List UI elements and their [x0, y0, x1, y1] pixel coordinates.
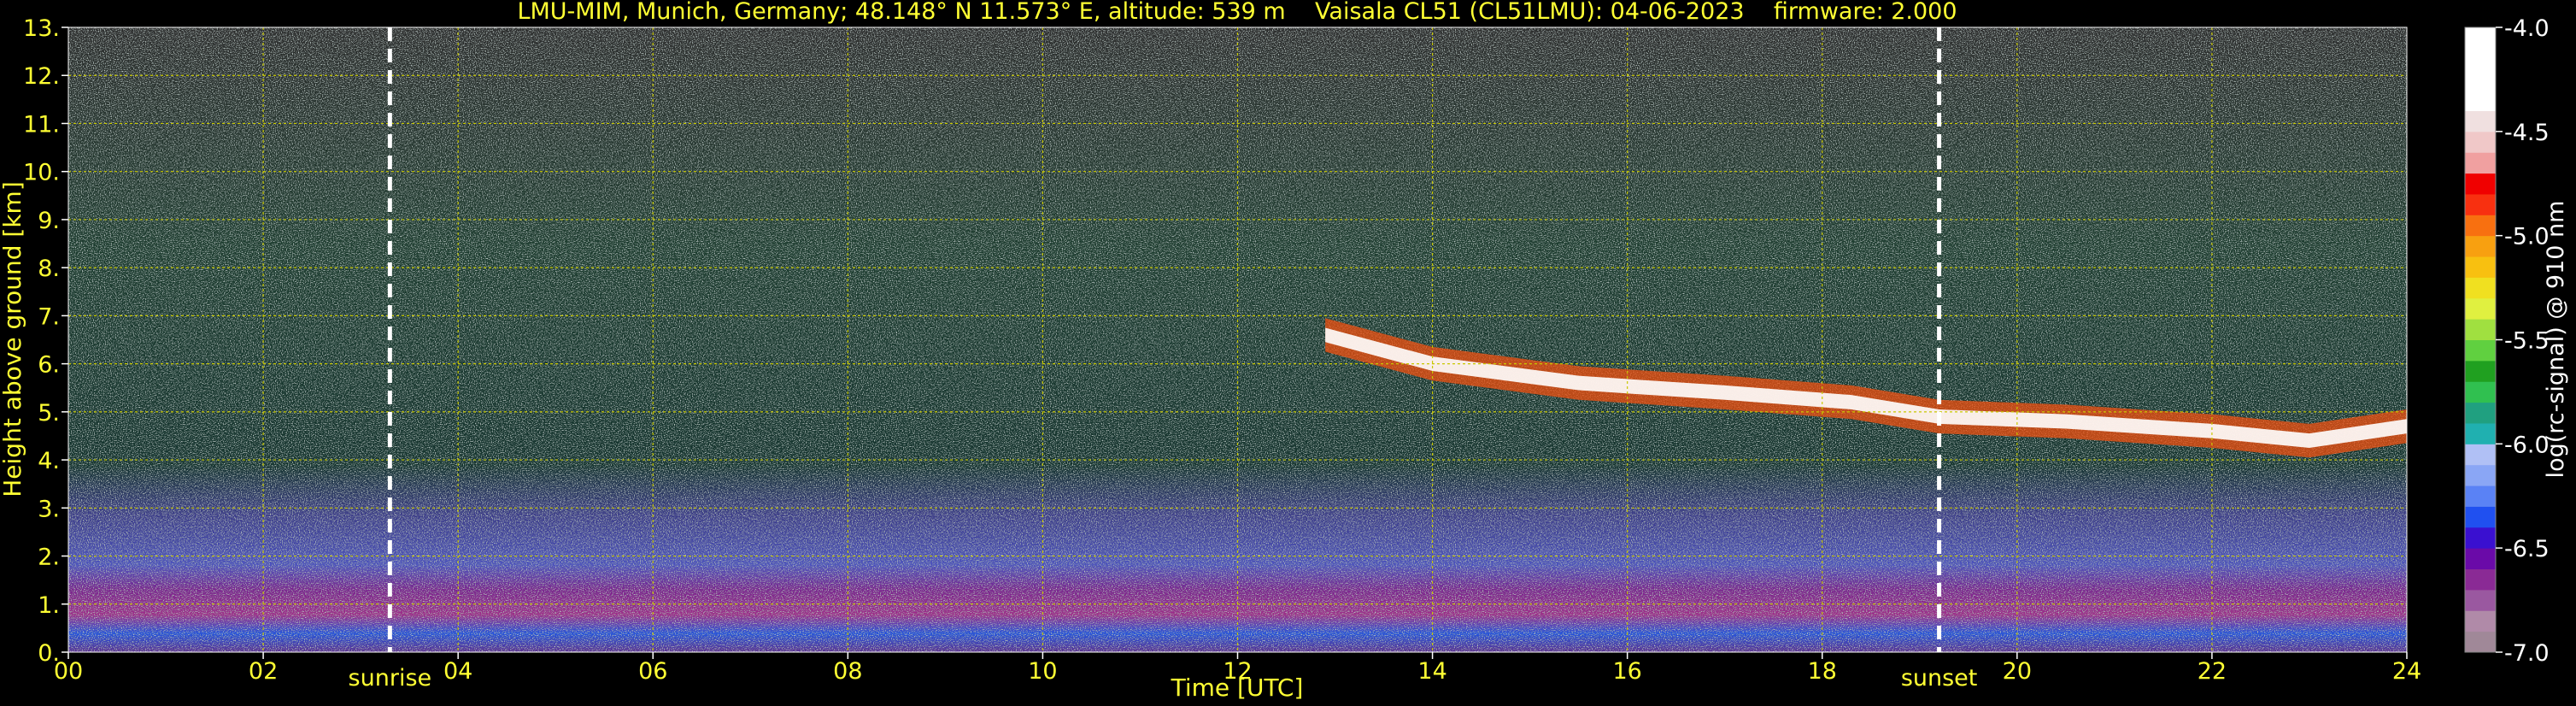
colorbar-band	[2465, 193, 2496, 215]
colorbar-tick-label: -7.0	[2504, 640, 2550, 667]
chart-title: LMU-MIM, Munich, Germany; 48.148° N 11.5…	[517, 0, 1957, 25]
x-tick-label: 00	[54, 658, 83, 685]
y-tick-label: 4.	[38, 448, 60, 474]
y-tick-label: 12.	[23, 63, 60, 90]
colorbar-band	[2465, 422, 2496, 444]
colorbar-band	[2465, 485, 2496, 507]
colorbar-band	[2465, 277, 2496, 299]
colorbar-band	[2465, 568, 2496, 591]
colorbar-band	[2465, 235, 2496, 257]
colorbar-band	[2465, 297, 2496, 320]
colorbar-band	[2465, 360, 2496, 382]
colorbar-band	[2465, 444, 2496, 466]
colorbar-band	[2465, 68, 2496, 91]
colorbar-band	[2465, 589, 2496, 611]
colorbar-band	[2465, 131, 2496, 153]
colorbar-band	[2465, 631, 2496, 653]
colorbar-band	[2465, 27, 2496, 49]
x-tick-label: 04	[443, 658, 472, 685]
colorbar-band	[2465, 402, 2496, 424]
x-tick-label: 24	[2392, 658, 2421, 685]
colorbar-band	[2465, 48, 2496, 70]
colorbar-bands	[2465, 27, 2496, 653]
colorbar-band	[2465, 381, 2496, 403]
x-tick-label: 18	[1808, 658, 1837, 685]
x-tick-label: 06	[638, 658, 667, 685]
colorbar-tick-label: -4.0	[2504, 15, 2550, 42]
colorbar-tick-label: -4.5	[2504, 120, 2550, 146]
y-tick-label: 9.	[38, 208, 60, 234]
colorbar-band	[2465, 548, 2496, 570]
colorbar-band	[2465, 527, 2496, 549]
y-tick-label: 13.	[23, 15, 60, 42]
y-tick-label: 11.	[23, 111, 60, 138]
ceilometer-chart: LMU-MIM, Munich, Germany; 48.148° N 11.5…	[0, 0, 2569, 702]
colorbar-band	[2465, 152, 2496, 174]
plot-area	[68, 27, 2407, 652]
colorbar-band	[2465, 110, 2496, 132]
x-tick-label: 10	[1028, 658, 1057, 685]
x-tick-label: 02	[249, 658, 278, 685]
y-tick-label: 6.	[38, 352, 60, 379]
x-tick-label: 14	[1417, 658, 1446, 685]
colorbar-band	[2465, 610, 2496, 632]
x-axis-label: Time [UTC]	[1171, 674, 1304, 702]
colorbar-band	[2465, 215, 2496, 237]
colorbar-band	[2465, 506, 2496, 528]
colorbar-band	[2465, 256, 2496, 278]
y-tick-label: 3.	[38, 496, 60, 522]
colorbar: -4.0-4.5-5.0-5.5-6.0-6.5-7.0 log(rc-sign…	[2464, 15, 2569, 667]
x-tick-label: 08	[833, 658, 862, 685]
colorbar-band	[2465, 464, 2496, 486]
colorbar-label: log(rc-signal) @ 910 nm	[2543, 201, 2569, 479]
colorbar-band	[2465, 339, 2496, 362]
event-label-sunrise: sunrise	[349, 665, 432, 691]
x-tick-label: 22	[2198, 658, 2227, 685]
y-tick-label: 2.	[38, 544, 60, 571]
colorbar-band	[2465, 173, 2496, 195]
y-axis-ticks: 0.1.2.3.4.5.6.7.8.9.10.11.12.13.	[23, 15, 68, 667]
event-label-sunset: sunset	[1901, 665, 1978, 691]
x-tick-label: 20	[2003, 658, 2032, 685]
y-tick-label: 1.	[38, 592, 60, 619]
event-labels: sunrise sunset	[349, 665, 1978, 691]
y-axis-label: Height above ground [km]	[0, 181, 26, 497]
y-tick-label: 7.	[38, 303, 60, 330]
y-tick-label: 8.	[38, 256, 60, 282]
y-tick-label: 10.	[23, 160, 60, 186]
x-tick-label: 16	[1612, 658, 1641, 685]
colorbar-tick-label: -6.5	[2504, 536, 2550, 562]
colorbar-band	[2465, 319, 2496, 340]
colorbar-ticks: -4.0-4.5-5.0-5.5-6.0-6.5-7.0	[2496, 15, 2550, 667]
y-tick-label: 5.	[38, 400, 60, 427]
colorbar-band	[2465, 90, 2496, 111]
